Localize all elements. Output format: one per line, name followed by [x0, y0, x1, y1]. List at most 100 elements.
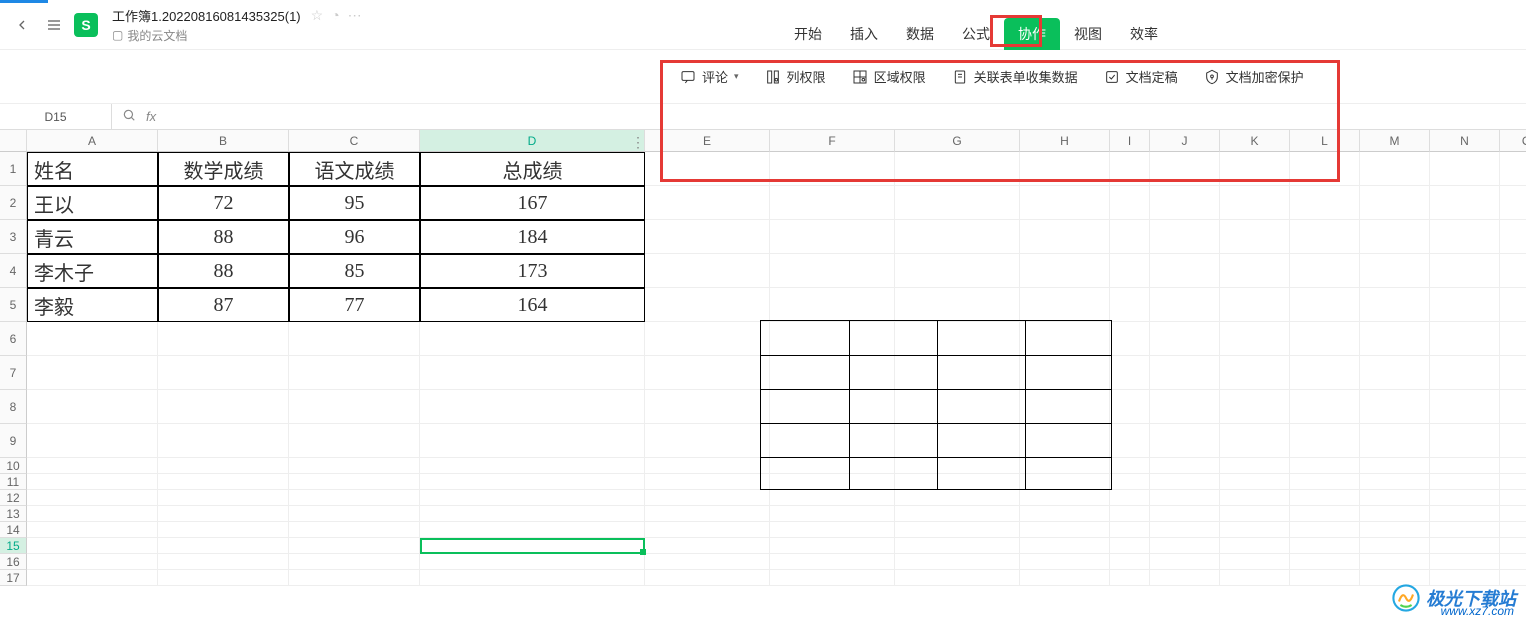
cell-N16[interactable]: [1430, 554, 1500, 570]
cell-F13[interactable]: [770, 506, 895, 522]
cell-O15[interactable]: [1500, 538, 1526, 554]
cell-A9[interactable]: [27, 424, 158, 458]
cell-L4[interactable]: [1290, 254, 1360, 288]
cell-C7[interactable]: [289, 356, 420, 390]
cell-O2[interactable]: [1500, 186, 1526, 220]
cell-B1[interactable]: 数学成绩: [158, 152, 289, 186]
cell-O14[interactable]: [1500, 522, 1526, 538]
cell-L13[interactable]: [1290, 506, 1360, 522]
cell-L5[interactable]: [1290, 288, 1360, 322]
cell-G15[interactable]: [895, 538, 1020, 554]
cell-B6[interactable]: [158, 322, 289, 356]
cell-C13[interactable]: [289, 506, 420, 522]
cell-B14[interactable]: [158, 522, 289, 538]
column-header-C[interactable]: C: [289, 130, 420, 152]
cell-D4[interactable]: 173: [420, 254, 645, 288]
column-header-A[interactable]: A: [27, 130, 158, 152]
cell-I12[interactable]: [1110, 490, 1150, 506]
column-permission-button[interactable]: 列权限: [765, 67, 826, 86]
cell-C16[interactable]: [289, 554, 420, 570]
menu-tab-效率[interactable]: 效率: [1116, 18, 1172, 50]
cell-K6[interactable]: [1220, 322, 1290, 356]
cell-M9[interactable]: [1360, 424, 1430, 458]
cell-H17[interactable]: [1020, 570, 1110, 586]
cell-L1[interactable]: [1290, 152, 1360, 186]
cell-K5[interactable]: [1220, 288, 1290, 322]
cell-D10[interactable]: [420, 458, 645, 474]
menu-tab-视图[interactable]: 视图: [1060, 18, 1116, 50]
cell-I3[interactable]: [1110, 220, 1150, 254]
cell-L15[interactable]: [1290, 538, 1360, 554]
zoom-fit-icon[interactable]: [122, 108, 136, 125]
cell-J5[interactable]: [1150, 288, 1220, 322]
form-collect-button[interactable]: 关联表单收集数据: [952, 67, 1078, 86]
row-header-11[interactable]: 11: [0, 474, 27, 490]
cell-D13[interactable]: [420, 506, 645, 522]
cell-M10[interactable]: [1360, 458, 1430, 474]
cell-L8[interactable]: [1290, 390, 1360, 424]
row-header-13[interactable]: 13: [0, 506, 27, 522]
cell-D12[interactable]: [420, 490, 645, 506]
cell-F17[interactable]: [770, 570, 895, 586]
cell-B5[interactable]: 87: [158, 288, 289, 322]
cell-B12[interactable]: [158, 490, 289, 506]
cell-O9[interactable]: [1500, 424, 1526, 458]
cell-H5[interactable]: [1020, 288, 1110, 322]
cell-D16[interactable]: [420, 554, 645, 570]
cell-J13[interactable]: [1150, 506, 1220, 522]
cell-L10[interactable]: [1290, 458, 1360, 474]
column-menu-icon[interactable]: ⋮: [631, 134, 645, 151]
cell-C10[interactable]: [289, 458, 420, 474]
cell-K7[interactable]: [1220, 356, 1290, 390]
cell-reference-box[interactable]: D15: [0, 104, 112, 130]
cell-D8[interactable]: [420, 390, 645, 424]
row-header-8[interactable]: 8: [0, 390, 27, 424]
cell-D9[interactable]: [420, 424, 645, 458]
row-header-2[interactable]: 2: [0, 186, 27, 220]
cell-E14[interactable]: [645, 522, 770, 538]
cell-A2[interactable]: 王以: [27, 186, 158, 220]
cell-H13[interactable]: [1020, 506, 1110, 522]
cell-I16[interactable]: [1110, 554, 1150, 570]
cell-I17[interactable]: [1110, 570, 1150, 586]
cell-E9[interactable]: [645, 424, 770, 458]
cell-D1[interactable]: 总成绩: [420, 152, 645, 186]
cell-M4[interactable]: [1360, 254, 1430, 288]
cell-F15[interactable]: [770, 538, 895, 554]
cell-L9[interactable]: [1290, 424, 1360, 458]
cell-L14[interactable]: [1290, 522, 1360, 538]
cell-J10[interactable]: [1150, 458, 1220, 474]
cell-H2[interactable]: [1020, 186, 1110, 220]
cell-D14[interactable]: [420, 522, 645, 538]
cell-F1[interactable]: [770, 152, 895, 186]
cell-H4[interactable]: [1020, 254, 1110, 288]
comment-button[interactable]: 评论▾: [680, 67, 739, 86]
cell-N9[interactable]: [1430, 424, 1500, 458]
cell-N11[interactable]: [1430, 474, 1500, 490]
row-header-6[interactable]: 6: [0, 322, 27, 356]
cell-H15[interactable]: [1020, 538, 1110, 554]
cell-I6[interactable]: [1110, 322, 1150, 356]
cell-O8[interactable]: [1500, 390, 1526, 424]
cell-O4[interactable]: [1500, 254, 1526, 288]
cell-G12[interactable]: [895, 490, 1020, 506]
cell-M3[interactable]: [1360, 220, 1430, 254]
cell-K15[interactable]: [1220, 538, 1290, 554]
cell-J7[interactable]: [1150, 356, 1220, 390]
cell-E1[interactable]: [645, 152, 770, 186]
cell-N8[interactable]: [1430, 390, 1500, 424]
column-header-G[interactable]: G: [895, 130, 1020, 152]
cell-N1[interactable]: [1430, 152, 1500, 186]
area-permission-button[interactable]: 区域权限: [852, 67, 926, 86]
row-header-14[interactable]: 14: [0, 522, 27, 538]
cell-H14[interactable]: [1020, 522, 1110, 538]
cell-J12[interactable]: [1150, 490, 1220, 506]
cell-B10[interactable]: [158, 458, 289, 474]
cell-M8[interactable]: [1360, 390, 1430, 424]
cell-E3[interactable]: [645, 220, 770, 254]
cell-D2[interactable]: 167: [420, 186, 645, 220]
cell-M13[interactable]: [1360, 506, 1430, 522]
cell-L7[interactable]: [1290, 356, 1360, 390]
cell-M7[interactable]: [1360, 356, 1430, 390]
cell-O10[interactable]: [1500, 458, 1526, 474]
